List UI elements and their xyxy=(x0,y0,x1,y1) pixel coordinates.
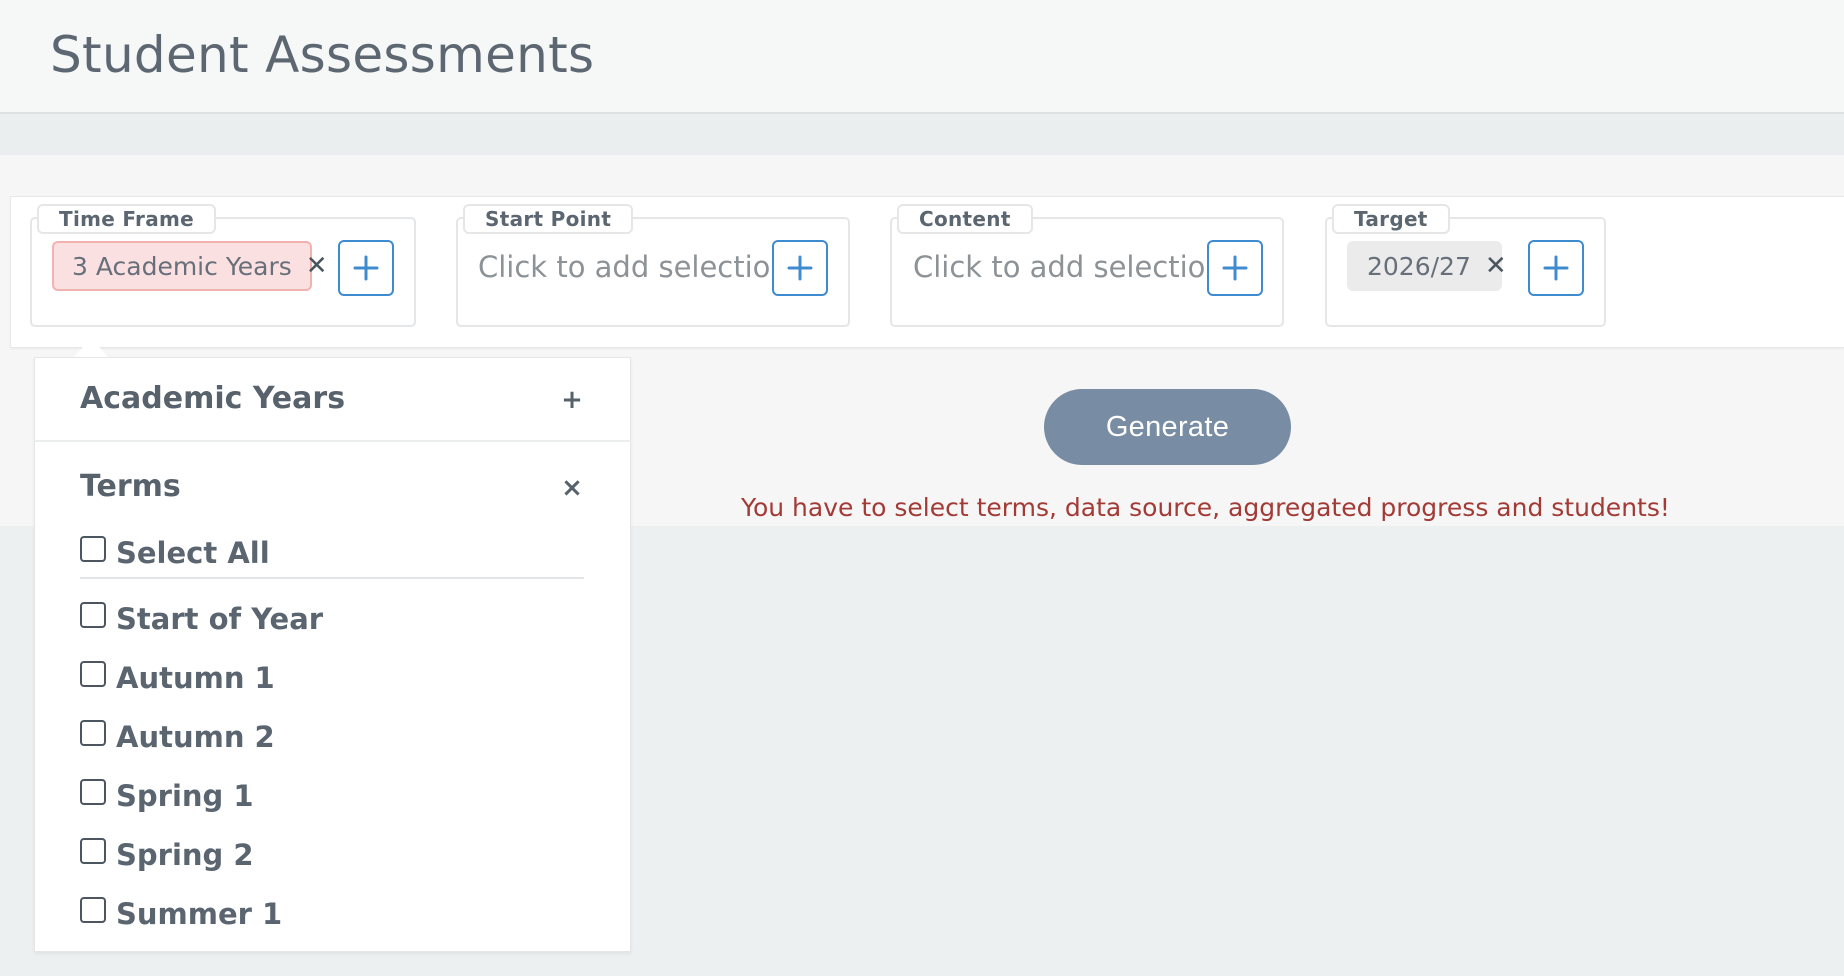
term-label: Summer 1 xyxy=(116,897,283,931)
term-option[interactable]: Autumn 1 xyxy=(80,658,275,698)
select-all-checkbox[interactable] xyxy=(80,536,106,562)
start-point-legend: Start Point xyxy=(463,204,634,234)
generate-button[interactable]: Generate xyxy=(1044,389,1291,465)
section-academic-years-title[interactable]: Academic Years xyxy=(80,381,345,416)
time-frame-chip[interactable]: 3 Academic Years ✕ xyxy=(52,241,328,291)
term-label: Spring 2 xyxy=(116,838,254,872)
target-chip-label: 2026/27 xyxy=(1367,251,1471,281)
term-checkbox[interactable] xyxy=(80,720,106,746)
term-checkbox[interactable] xyxy=(80,779,106,805)
term-option[interactable]: Spring 2 xyxy=(80,835,254,875)
validation-error-message: You have to select terms, data source, a… xyxy=(741,493,1670,522)
plus-icon xyxy=(787,255,813,281)
time-frame-legend: Time Frame xyxy=(37,204,217,234)
start-point-placeholder[interactable]: Click to add selection xyxy=(478,250,789,284)
term-checkbox[interactable] xyxy=(80,897,106,923)
term-label: Autumn 1 xyxy=(116,661,275,695)
section-terms-title[interactable]: Terms xyxy=(80,469,181,504)
target-add-button[interactable] xyxy=(1528,240,1584,296)
select-all-checkbox-row[interactable]: Select All xyxy=(80,533,270,573)
content-legend: Content xyxy=(897,204,1033,234)
term-checkbox[interactable] xyxy=(80,602,106,628)
term-label: Autumn 2 xyxy=(116,720,275,754)
page-header: Student Assessments xyxy=(0,0,1844,114)
target-chip[interactable]: 2026/27 ✕ xyxy=(1347,241,1507,291)
term-option[interactable]: Spring 1 xyxy=(80,776,254,816)
content-add-button[interactable] xyxy=(1207,240,1263,296)
select-all-divider xyxy=(80,577,584,579)
term-option[interactable]: Summer 1 xyxy=(80,894,282,934)
plus-icon xyxy=(1543,255,1569,281)
collapse-icon[interactable]: × xyxy=(557,473,587,503)
plus-icon xyxy=(353,255,379,281)
target-legend: Target xyxy=(1332,204,1450,234)
term-option[interactable]: Autumn 2 xyxy=(80,717,275,757)
term-checkbox[interactable] xyxy=(80,661,106,687)
header-spacer xyxy=(0,115,1844,155)
select-all-label: Select All xyxy=(116,536,270,570)
page-title: Student Assessments xyxy=(50,26,595,84)
plus-icon xyxy=(1222,255,1248,281)
time-frame-chip-label: 3 Academic Years xyxy=(72,251,292,281)
term-label: Spring 1 xyxy=(116,779,254,813)
time-frame-add-button[interactable] xyxy=(338,240,394,296)
dropdown-caret xyxy=(73,338,109,358)
term-option[interactable]: Start of Year xyxy=(80,599,323,639)
term-label: Start of Year xyxy=(116,602,324,636)
close-icon[interactable]: ✕ xyxy=(306,253,328,279)
term-checkbox[interactable] xyxy=(80,838,106,864)
section-divider xyxy=(34,440,631,442)
content-placeholder[interactable]: Click to add selection xyxy=(913,250,1224,284)
close-icon[interactable]: ✕ xyxy=(1485,253,1507,279)
expand-icon[interactable]: + xyxy=(557,385,587,415)
start-point-add-button[interactable] xyxy=(772,240,828,296)
